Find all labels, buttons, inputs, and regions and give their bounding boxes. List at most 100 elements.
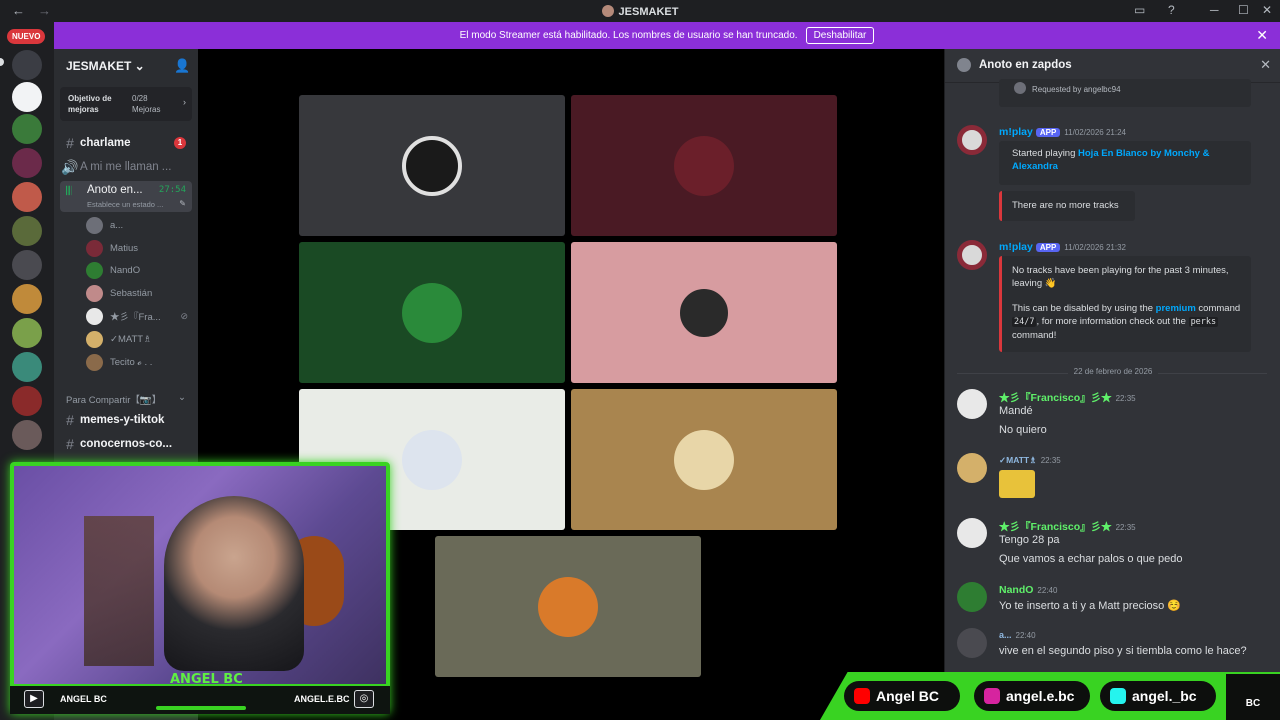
webcam-footer: ANGEL BC ▶ ANGEL BC ANGEL.E.BC ◎ (10, 672, 390, 714)
message-author[interactable]: m!play APP 11/02/2026 21:24 (999, 126, 1126, 138)
avatar (402, 136, 462, 196)
boost-goal[interactable]: Objetivo de mejoras 0/28 Mejoras › (60, 87, 192, 121)
embed-footer: Requested by angelbc94 (999, 79, 1251, 107)
message-text: Mandé (999, 405, 1033, 417)
sticker-image[interactable] (999, 470, 1035, 498)
server-icon[interactable] (12, 318, 42, 348)
timestamp: 11/02/2026 21:24 (1064, 128, 1126, 137)
server-icon[interactable] (12, 182, 42, 212)
participant-tile[interactable] (299, 242, 565, 383)
message-author[interactable]: a... 22:40 (999, 630, 1036, 640)
chevron-right-icon: › (183, 97, 186, 107)
chevron-down-icon: ⌄ (178, 392, 186, 403)
message-text: vive en el segundo piso y si tiembla com… (999, 645, 1247, 657)
youtube-pill: Angel BC (844, 681, 960, 711)
message-text: No quiero (999, 424, 1047, 436)
avatar[interactable] (957, 389, 987, 419)
message-author[interactable]: m!play APP 11/02/2026 21:32 (999, 241, 1126, 253)
server-icon[interactable] (12, 114, 42, 144)
help-icon[interactable]: ? (1168, 3, 1175, 17)
background-shelf (84, 516, 154, 666)
disable-streamer-button[interactable]: Deshabilitar (805, 27, 875, 44)
message-author[interactable]: ✓MATT♗ 22:35 (999, 455, 1061, 466)
voice-user[interactable]: ✓MATT♗ (86, 329, 194, 349)
avatar[interactable] (957, 125, 987, 155)
premium-link[interactable]: premium (1156, 303, 1196, 314)
add-member-icon[interactable]: 👤 (174, 58, 190, 74)
voice-user[interactable]: Tecito 𝓸 . . (86, 352, 194, 372)
tiktok-icon (1110, 688, 1126, 704)
server-icon[interactable] (12, 148, 42, 178)
new-badge: NUEVO (7, 29, 46, 44)
message-author[interactable]: ★彡『Francisco』彡★ 22:35 (999, 519, 1136, 534)
participant-tile[interactable] (571, 95, 837, 236)
voice-timer: 27:54 (158, 185, 186, 195)
server-icon[interactable] (12, 216, 42, 246)
channel-charlame[interactable]: # charlame 1 (60, 132, 192, 154)
voice-user[interactable]: ★彡『Fra... ⊘ (86, 306, 194, 326)
voice-user[interactable]: NandO (86, 260, 194, 280)
voice-channel-name: Anoto en... (87, 184, 143, 196)
message-text: Tengo 28 pa (999, 534, 1060, 546)
deafened-icon: ⊘ (180, 310, 188, 321)
avatar[interactable] (957, 518, 987, 548)
message-author[interactable]: NandO 22:40 (999, 584, 1057, 596)
streamer-mode-banner: El modo Streamer está habilitado. Los no… (54, 22, 1280, 49)
avatar (538, 577, 598, 637)
maximize-icon[interactable]: ☐ (1238, 3, 1249, 17)
avatar[interactable] (957, 240, 987, 270)
voice-user[interactable]: Sebastián (86, 283, 194, 303)
server-indicator (0, 58, 4, 66)
participant-tile[interactable] (571, 389, 837, 530)
chat-bubble-icon (957, 58, 971, 72)
avatar[interactable] (957, 453, 987, 483)
avatar[interactable] (957, 582, 987, 612)
avatar (402, 430, 462, 490)
participant-tile[interactable] (299, 95, 565, 236)
edit-icon[interactable]: ✎ (179, 199, 186, 208)
accent-bar (156, 706, 246, 710)
server-icon[interactable] (12, 50, 42, 80)
close-icon[interactable]: ✕ (1260, 57, 1271, 73)
minimize-icon[interactable]: ─ (1210, 3, 1219, 17)
unread-badge: 1 (174, 137, 186, 149)
instagram-pill: angel.e.bc (974, 681, 1090, 711)
avatar[interactable] (957, 628, 987, 658)
voice-user[interactable]: a... (86, 215, 194, 235)
server-icon[interactable] (12, 82, 42, 112)
server-icon[interactable] (12, 352, 42, 382)
timestamp: 22:40 (1015, 631, 1036, 640)
participant-tile[interactable] (435, 536, 701, 677)
avatar (86, 307, 103, 325)
leave-embed: No tracks have been playing for the past… (999, 256, 1251, 352)
close-window-icon[interactable]: ✕ (1262, 3, 1272, 17)
server-icon[interactable] (12, 250, 42, 280)
hash-icon: # (66, 412, 74, 428)
youtube-label: ANGEL BC (60, 694, 107, 704)
date-divider-label: 22 de febrero de 2026 (1067, 367, 1159, 376)
server-icon[interactable] (12, 284, 42, 314)
voice-user[interactable]: Matius (86, 238, 194, 258)
tiktok-pill: angel._bc (1100, 681, 1216, 711)
youtube-icon: ▶ (24, 690, 44, 708)
message-author[interactable]: ★彡『Francisco』彡★ 22:35 (999, 390, 1136, 405)
avatar (86, 353, 103, 371)
app-badge: APP (1035, 243, 1061, 252)
close-icon[interactable]: ✕ (1256, 27, 1268, 44)
instagram-icon: ◎ (354, 690, 374, 708)
channel-conocernos[interactable]: # conocernos-co... (60, 433, 192, 455)
avatar (86, 330, 103, 348)
avatar (1014, 82, 1026, 94)
voice-channel-active[interactable]: 𝄃𝄃 Anoto en... 27:54 Establece un estado… (60, 181, 192, 212)
avatar (674, 430, 734, 490)
category-header[interactable]: Para Compartir【📷】 ⌄ (66, 392, 186, 406)
timestamp: 22:40 (1037, 586, 1058, 595)
server-icon[interactable] (12, 420, 42, 450)
inbox-icon[interactable]: ▭ (1134, 3, 1145, 17)
server-name[interactable]: JESMAKET ⌄ (66, 59, 145, 73)
server-icon[interactable] (12, 386, 42, 416)
message-text: Que vamos a echar palos o que pedo (999, 553, 1183, 565)
participant-tile[interactable] (571, 242, 837, 383)
voice-channel[interactable]: 🔊 A mi me llaman ... (60, 156, 192, 178)
channel-memes[interactable]: # memes-y-tiktok (60, 409, 192, 431)
